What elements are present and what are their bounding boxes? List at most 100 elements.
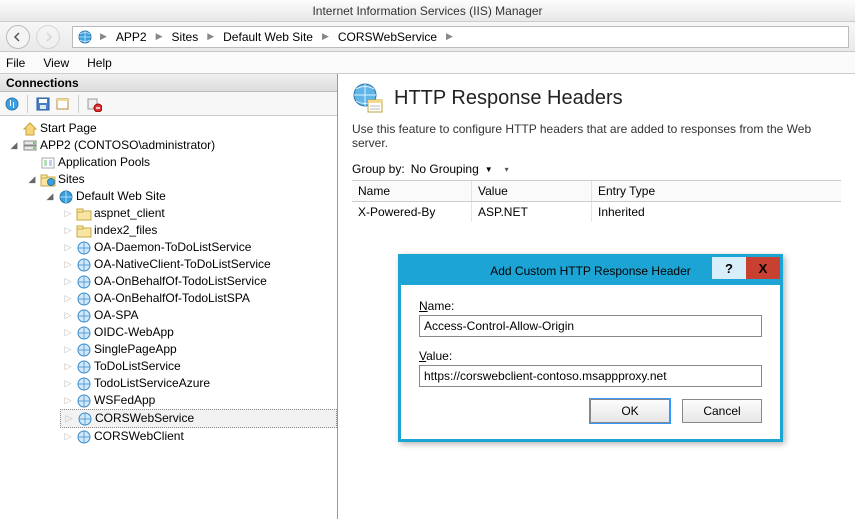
collapse-twist-icon[interactable]: ▷ — [62, 273, 74, 290]
dialog-cancel-button[interactable]: Cancel — [682, 399, 762, 423]
menu-view[interactable]: View — [43, 56, 69, 70]
dialog-close-button[interactable]: X — [746, 257, 780, 279]
group-by-label: Group by: — [352, 162, 405, 176]
tree-label: index2_files — [94, 222, 157, 239]
forward-button[interactable] — [36, 25, 60, 49]
feature-title: HTTP Response Headers — [394, 87, 623, 110]
collapse-twist-icon[interactable]: ▷ — [63, 410, 75, 427]
dialog-help-button[interactable]: ? — [712, 257, 746, 279]
collapse-twist-icon[interactable]: ▷ — [62, 358, 74, 375]
menu-help[interactable]: Help — [87, 56, 112, 70]
webapp-icon — [77, 411, 93, 427]
dialog-value-input[interactable] — [419, 365, 762, 387]
grid-header: Name Value Entry Type — [352, 180, 841, 202]
tree-label: aspnet_client — [94, 205, 165, 222]
tree-default-web-site[interactable]: ◢ Default Web Site — [42, 188, 337, 205]
webapp-icon — [76, 257, 92, 273]
grid-row[interactable]: X-Powered-By ASP.NET Inherited — [352, 202, 841, 222]
tree-app-node[interactable]: ▷OIDC-WebApp — [60, 324, 337, 341]
dialog-ok-button[interactable]: OK — [590, 399, 670, 423]
webapp-icon — [76, 393, 92, 409]
toolbar-separator — [78, 95, 79, 113]
cell-value: ASP.NET — [472, 202, 592, 222]
sites-folder-icon — [40, 172, 56, 188]
tree-app-node[interactable]: ▷ index2_files — [60, 222, 337, 239]
chevron-down-icon: ▼ — [485, 165, 493, 174]
tree-app-node[interactable]: ▷ OA-SPA — [60, 307, 337, 324]
breadcrumb-item[interactable]: APP2 — [114, 30, 149, 44]
arrow-right-icon — [43, 32, 53, 42]
tree-app-node[interactable]: ▷ToDoListService — [60, 358, 337, 375]
tree-label: OA-SPA — [94, 307, 138, 324]
group-by-extra-chevron[interactable]: ▾ — [505, 165, 509, 174]
chevron-right-icon: ▶ — [319, 31, 332, 42]
breadcrumb-item[interactable]: Sites — [170, 30, 201, 44]
nav-bar: ▶ APP2 ▶ Sites ▶ Default Web Site ▶ CORS… — [0, 22, 855, 52]
chevron-right-icon: ▶ — [204, 31, 217, 42]
expand-twist-icon[interactable]: ◢ — [44, 188, 56, 205]
dialog-name-input[interactable] — [419, 315, 762, 337]
tree-server-node[interactable]: ◢ APP2 (CONTOSO\administrator) — [6, 137, 337, 154]
tree-app-node[interactable]: ▷OA-Daemon-ToDoListService — [60, 239, 337, 256]
collapse-twist-icon[interactable]: ▷ — [62, 205, 74, 222]
collapse-twist-icon[interactable]: ▷ — [62, 239, 74, 256]
tree-label: Start Page — [40, 120, 97, 137]
tree-label: APP2 (CONTOSO\administrator) — [40, 137, 215, 154]
col-header-entry[interactable]: Entry Type — [592, 181, 841, 201]
tree-label: WSFedApp — [94, 392, 155, 409]
menu-file[interactable]: File — [6, 56, 25, 70]
server-icon — [22, 138, 38, 154]
connections-toolbar — [0, 92, 337, 116]
back-button[interactable] — [6, 25, 30, 49]
tree-app-pools[interactable]: Application Pools — [24, 154, 337, 171]
tree-app-node[interactable]: ▷OA-OnBehalfOf-TodoListService — [60, 273, 337, 290]
col-header-name[interactable]: Name — [352, 181, 472, 201]
collapse-twist-icon[interactable]: ▷ — [62, 324, 74, 341]
expand-twist-icon[interactable]: ◢ — [8, 137, 20, 154]
connections-panel: Connections Start Page ◢ — [0, 74, 338, 519]
tree-label: Default Web Site — [76, 188, 166, 205]
webapp-icon — [76, 342, 92, 358]
connections-tree[interactable]: Start Page ◢ APP2 (CONTOSO\administrator… — [0, 116, 337, 519]
tree-app-node[interactable]: ▷ TodoListServiceAzure — [60, 375, 337, 392]
http-headers-icon — [352, 82, 384, 114]
webapp-icon — [76, 274, 92, 290]
webapp-icon — [76, 291, 92, 307]
collapse-twist-icon[interactable]: ▷ — [62, 375, 74, 392]
open-list-icon[interactable] — [55, 96, 71, 112]
tree-app-node[interactable]: ▷CORSWebService — [60, 409, 337, 428]
breadcrumb-item[interactable]: Default Web Site — [221, 30, 315, 44]
collapse-twist-icon[interactable]: ▷ — [62, 341, 74, 358]
col-header-value[interactable]: Value — [472, 181, 592, 201]
chevron-right-icon: ▶ — [443, 31, 456, 42]
cell-entry: Inherited — [592, 202, 841, 222]
tree-start-page[interactable]: Start Page — [6, 120, 337, 137]
collapse-twist-icon[interactable]: ▷ — [62, 392, 74, 409]
stop-server-icon[interactable] — [86, 96, 102, 112]
tree-app-node[interactable]: ▷ aspnet_client — [60, 205, 337, 222]
globe-icon — [58, 189, 74, 205]
tree-app-node[interactable]: ▷ WSFedApp — [60, 392, 337, 409]
breadcrumb[interactable]: ▶ APP2 ▶ Sites ▶ Default Web Site ▶ CORS… — [72, 26, 849, 48]
tree-app-node[interactable]: ▷SinglePageApp — [60, 341, 337, 358]
tree-app-node[interactable]: ▷OA-NativeClient-ToDoListService — [60, 256, 337, 273]
expand-twist-icon[interactable]: ◢ — [26, 171, 38, 188]
collapse-twist-icon[interactable]: ▷ — [62, 307, 74, 324]
arrow-left-icon — [13, 32, 23, 42]
collapse-twist-icon[interactable]: ▷ — [62, 256, 74, 273]
collapse-twist-icon[interactable]: ▷ — [62, 428, 74, 445]
tree-app-node[interactable]: ▷OA-OnBehalfOf-TodoListSPA — [60, 290, 337, 307]
tree-sites[interactable]: ◢ Sites — [24, 171, 337, 188]
tree-label: TodoListServiceAzure — [94, 375, 210, 392]
save-icon[interactable] — [35, 96, 51, 112]
dialog-titlebar[interactable]: Add Custom HTTP Response Header ? X — [401, 257, 780, 285]
breadcrumb-item[interactable]: CORSWebService — [336, 30, 439, 44]
collapse-twist-icon[interactable]: ▷ — [62, 290, 74, 307]
chevron-right-icon: ▶ — [153, 31, 166, 42]
feature-description: Use this feature to configure HTTP heade… — [352, 122, 841, 150]
group-by-dropdown[interactable]: No Grouping ▼ — [411, 162, 493, 176]
webapp-icon — [76, 325, 92, 341]
collapse-twist-icon[interactable]: ▷ — [62, 222, 74, 239]
tree-app-node[interactable]: ▷CORSWebClient — [60, 428, 337, 445]
connect-icon[interactable] — [4, 96, 20, 112]
